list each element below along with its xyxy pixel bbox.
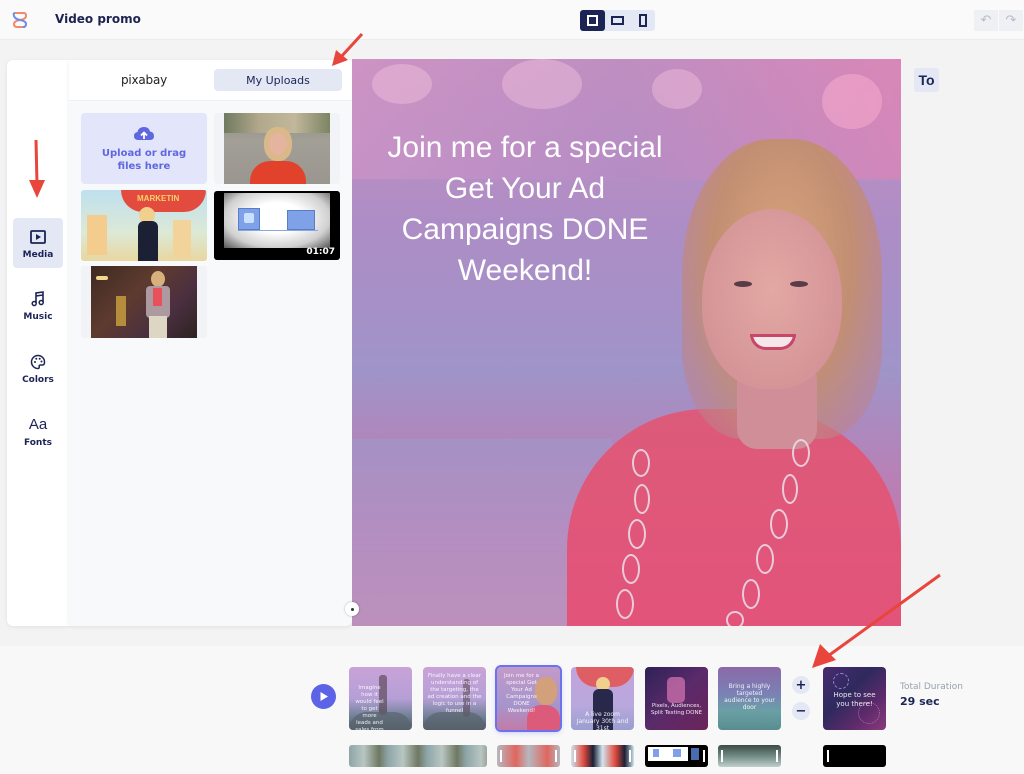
undo-button[interactable]: ↶ [974, 10, 998, 31]
trim-handle-right[interactable] [776, 750, 778, 762]
cloud-upload-icon [134, 126, 154, 140]
media-item[interactable] [81, 266, 207, 338]
scene-caption: Imagine how it would feel to get more le… [355, 685, 384, 730]
scene-caption: Finally have a clear understanding of th… [427, 673, 482, 714]
total-duration-label: Total Duration [900, 682, 963, 692]
ratio-landscape-button[interactable] [605, 10, 630, 31]
sidebar-item-label: Music [23, 311, 53, 322]
project-title[interactable]: Video promo [55, 12, 141, 26]
media-panel: pixabay My Uploads Upload or drag files … [69, 60, 352, 626]
timeline-scene[interactable]: A live zoom January 30th and 31st [571, 667, 634, 730]
scene-caption: Hope to see you there! [833, 691, 876, 708]
sidebar-item-fonts[interactable]: Aa Fonts [13, 406, 63, 456]
media-icon [30, 227, 46, 247]
upload-dropzone[interactable]: Upload or drag files here [81, 113, 207, 184]
ratio-portrait-button[interactable] [630, 10, 655, 31]
square-ratio-icon [587, 15, 598, 26]
undo-icon: ↶ [980, 13, 992, 28]
sidebar-item-media[interactable]: Media [13, 218, 63, 268]
panel-collapse-handle[interactable] [345, 602, 359, 616]
scene-caption: Bring a highly targeted audience to your… [724, 683, 775, 711]
timeline-scene[interactable]: Hope to see you there! [823, 667, 886, 730]
landscape-ratio-icon [611, 16, 624, 25]
trim-handle-left[interactable] [500, 750, 502, 762]
tab-pixabay[interactable]: pixabay [89, 69, 199, 91]
text-style-tool-button[interactable]: To [914, 68, 939, 92]
timeline-scene[interactable]: Imagine how it would feel to get more le… [349, 667, 412, 730]
trim-handle-right[interactable] [555, 750, 557, 762]
top-bar: Video promo ↶ ↷ [0, 0, 1024, 40]
sidebar-item-label: Colors [22, 374, 54, 385]
play-icon [320, 692, 328, 701]
timeline-scene[interactable]: Finally have a clear understanding of th… [423, 667, 486, 730]
redo-icon: ↷ [1005, 13, 1017, 28]
ratio-square-button[interactable] [580, 10, 605, 31]
portrait-ratio-icon [638, 14, 647, 27]
redo-button[interactable]: ↷ [999, 10, 1023, 31]
total-duration-value: 29 sec [900, 695, 940, 708]
clip-strip[interactable] [497, 745, 560, 767]
video-canvas[interactable]: Join me for a special Get Your Ad Campai… [352, 59, 901, 626]
clip-strip[interactable] [645, 745, 708, 767]
music-icon [31, 289, 45, 309]
upload-text: Upload or drag files here [101, 147, 187, 172]
annotation-arrow-uploads [332, 32, 364, 66]
sidebar-item-music[interactable]: Music [13, 280, 63, 330]
trim-handle-right[interactable] [629, 750, 631, 762]
add-scene-button[interactable]: + [792, 676, 810, 694]
sidebar-item-label: Media [22, 249, 54, 260]
media-source-tabs: pixabay My Uploads [69, 60, 352, 101]
handle-dot-icon [350, 607, 354, 611]
clip-strip[interactable] [571, 745, 634, 767]
media-item[interactable] [214, 113, 340, 184]
trim-handle-right[interactable] [703, 750, 705, 762]
annotation-arrow-add-scene [812, 573, 941, 668]
trim-handle-left[interactable] [827, 750, 829, 762]
clip-strip[interactable] [823, 745, 886, 767]
scene-caption: A live zoom January 30th and 31st [576, 711, 629, 730]
tab-my-uploads[interactable]: My Uploads [214, 69, 342, 91]
timeline-scene[interactable]: Bring a highly targeted audience to your… [718, 667, 781, 730]
remove-scene-button[interactable]: − [792, 702, 810, 720]
app-logo-icon[interactable] [12, 11, 28, 29]
video-duration: 01:07 [306, 247, 335, 257]
clip-strip[interactable] [349, 745, 487, 767]
sidebar-item-label: Fonts [23, 437, 53, 448]
history-controls: ↶ ↷ [974, 10, 1023, 31]
timeline-scene[interactable]: Pixels, Audiences, Split Testing DONE [645, 667, 708, 730]
media-item[interactable]: MARKETIN [81, 190, 207, 261]
media-item-video[interactable]: 01:07 [214, 191, 340, 260]
scene-caption: Join me for a special Get Your Ad Campai… [504, 673, 539, 714]
fonts-icon: Aa [28, 416, 48, 433]
thumbs-up-icon [244, 213, 254, 223]
trim-handle-left[interactable] [574, 750, 576, 762]
sidebar-item-colors[interactable]: Colors [13, 343, 63, 393]
timeline-scene-selected[interactable]: Join me for a special Get Your Ad Campai… [495, 665, 562, 732]
palette-icon [30, 352, 46, 372]
annotation-arrow-media [29, 139, 45, 198]
clip-strip[interactable] [718, 745, 781, 767]
canvas-headline-text[interactable]: Join me for a special Get Your Ad Campai… [352, 127, 698, 291]
play-button[interactable] [311, 684, 336, 709]
aspect-ratio-selector [580, 10, 655, 31]
trim-handle-left[interactable] [721, 750, 723, 762]
scene-caption: Pixels, Audiences, Split Testing DONE [650, 703, 703, 716]
